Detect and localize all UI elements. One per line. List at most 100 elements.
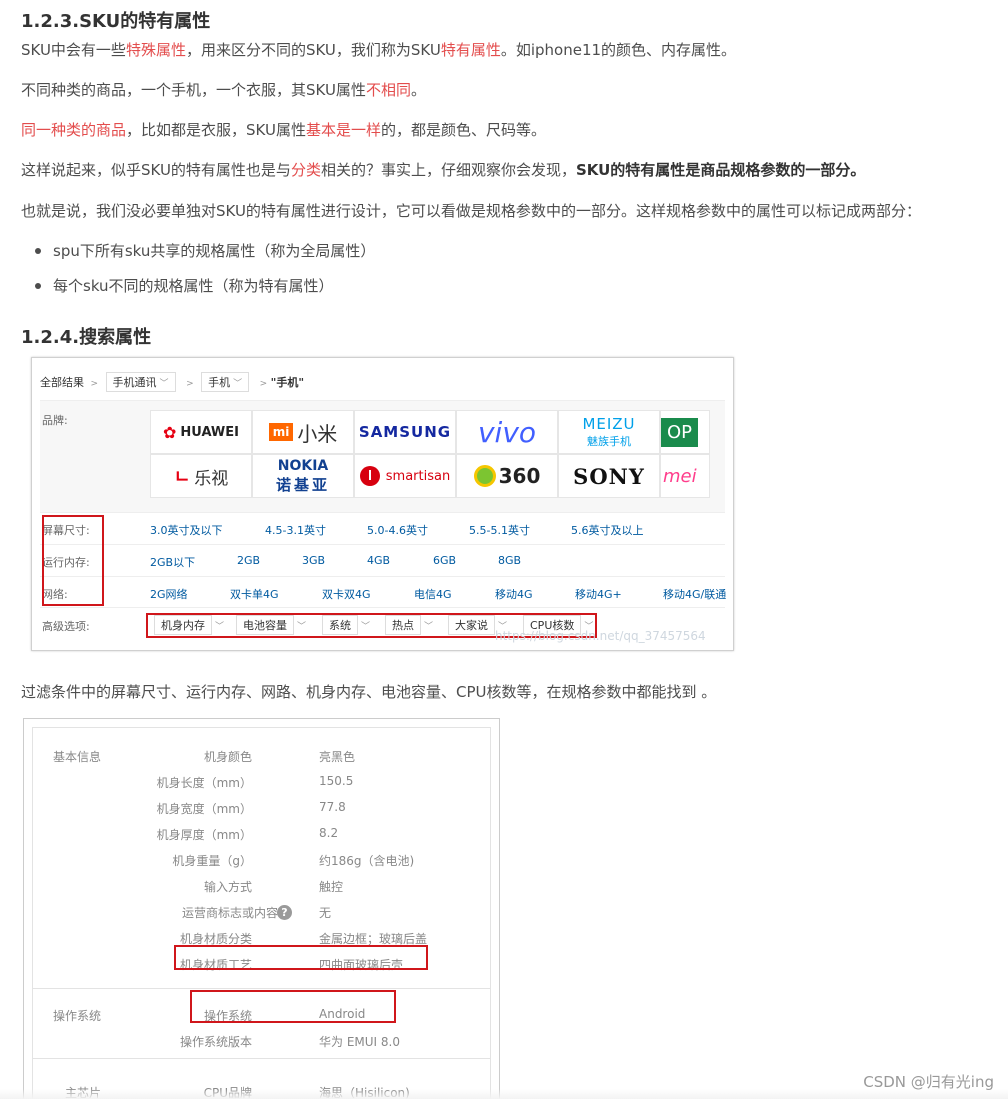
text: ，比如都是衣服，SKU属性 [126, 121, 306, 139]
brand-label: 品牌: [42, 414, 68, 427]
heading-search-attributes: 1.2.4.搜索属性 [21, 327, 152, 348]
brand-nokia[interactable]: NOKIA 诺基亚 [252, 454, 354, 498]
brand-text: SONY [573, 463, 645, 489]
highlight-text: 基本是一样 [305, 121, 381, 139]
search-filter-image: 全部结果 > 手机通讯 ﹀ > 手机 ﹀ > "手机" 品牌: ✿ HUAWEI mi… [31, 357, 734, 651]
filter-option[interactable]: 移动4G/联通 [663, 586, 726, 602]
highlight-text: 不相同 [365, 81, 411, 99]
highlight-box-left [42, 515, 104, 606]
spec-value: 8.2 [319, 826, 339, 840]
brand-samsung[interactable]: SAMSUNG [354, 410, 456, 454]
breadcrumb-root[interactable]: 全部结果 [40, 376, 84, 389]
text: ，用来区分不同的SKU，我们称为SKU [185, 41, 441, 59]
huawei-logo-icon: ✿ [163, 422, 177, 442]
spec-value: 150.5 [319, 774, 354, 788]
smartisan-logo-icon [359, 466, 380, 486]
brand-text: MEIZU [582, 415, 636, 433]
divider [33, 1058, 490, 1059]
breadcrumb-subcategory[interactable]: 手机 ﹀ [201, 372, 250, 392]
brand-letv[interactable]: ㄴ乐视 [150, 454, 252, 498]
filter-option[interactable]: 5.0-4.6英寸 [367, 522, 428, 538]
breadcrumb-category-label: 手机通讯 [112, 376, 157, 389]
text: 的，都是颜色、尺码等。 [380, 121, 546, 139]
breadcrumb-category[interactable]: 手机通讯 ﹀ [105, 372, 176, 392]
brand-subtext: 诺基亚 [275, 475, 330, 494]
spec-value: 无 [319, 906, 332, 920]
text: 。 [410, 81, 426, 99]
spec-section-os: 操作系统 [53, 1009, 102, 1023]
brand-text: HUAWEI [180, 424, 239, 440]
chevron-right-icon: > [259, 379, 268, 389]
text: 不同种类的商品，一个手机，一个衣服，其SKU属性 [21, 81, 366, 99]
brand-oppo[interactable]: OP [660, 410, 710, 454]
help-icon[interactable]: ? [277, 905, 292, 920]
bottom-fade [0, 1089, 1008, 1099]
spec-key: 操作系统版本 [179, 1035, 252, 1049]
list-item: spu下所有sku共享的规格属性（称为全局属性） [34, 240, 376, 261]
watermark-text: https://blog.csdn.net/qq_37457564 [495, 629, 706, 643]
brand-text: smartisan [385, 468, 451, 484]
breadcrumb-subcategory-label: 手机 [208, 376, 231, 389]
heading-sku-specific-attributes: 1.2.3.SKU的特有属性 [21, 11, 211, 32]
divider [40, 607, 725, 608]
brand-meitu[interactable]: mei [660, 454, 710, 498]
spec-value: 华为 EMUI 8.0 [319, 1035, 400, 1049]
filter-option[interactable]: 6GB [433, 554, 456, 567]
filter-option[interactable]: 2GB [237, 554, 260, 567]
filter-option[interactable]: 移动4G+ [575, 586, 622, 602]
360-logo-icon [473, 465, 496, 487]
spec-key: 机身颜色 [203, 750, 252, 764]
chevron-right-icon: > [90, 379, 99, 389]
brand-text: 360 [498, 464, 541, 488]
brand-smartisan[interactable]: smartisan [354, 454, 456, 498]
brand-sony[interactable]: SONY [558, 454, 660, 498]
spec-value: 触控 [319, 880, 344, 894]
paragraph-same-kind: 同一种类的商品，比如都是衣服，SKU属性基本是一样的，都是颜色、尺码等。 [21, 119, 546, 140]
filter-option[interactable]: 4GB [367, 554, 390, 567]
spec-section-basic: 基本信息 [53, 750, 102, 764]
brand-vivo[interactable]: vivo [456, 410, 558, 454]
highlight-text: 特殊属性 [125, 41, 186, 59]
text: 这样说起来，似乎SKU的特有属性也是与 [21, 161, 291, 179]
filter-option[interactable]: 8GB [498, 554, 521, 567]
spec-value: 亮黑色 [319, 750, 356, 764]
brand-text: 乐视 [194, 468, 229, 489]
spec-key: 机身重量（g） [172, 854, 252, 868]
list-item: 每个sku不同的规格属性（称为特有属性） [35, 275, 334, 296]
text: SKU中会有一些 [21, 41, 126, 59]
list-item-text: spu下所有sku共享的规格属性（称为全局属性） [53, 242, 376, 260]
paragraph-sku-intro: SKU中会有一些特殊属性，用来区分不同的SKU，我们称为SKU特有属性。如iph… [21, 39, 736, 60]
spec-key: 机身宽度（mm） [156, 802, 252, 816]
highlight-box-material [174, 945, 428, 970]
brand-xiaomi[interactable]: mi 小米 [252, 410, 354, 454]
divider [33, 988, 490, 989]
filter-option[interactable]: 4.5-3.1英寸 [265, 522, 326, 538]
filter-option[interactable]: 双卡双4G [322, 586, 371, 602]
divider [40, 512, 725, 513]
list-item-text: 每个sku不同的规格属性（称为特有属性） [53, 277, 334, 295]
filter-option[interactable]: 双卡单4G [230, 586, 279, 602]
divider [40, 544, 725, 545]
brand-360[interactable]: 360 [456, 454, 558, 498]
divider [40, 576, 725, 577]
text: 。如iphone11的颜色、内存属性。 [500, 41, 737, 59]
spec-key: 机身长度（mm） [156, 776, 252, 790]
filter-option[interactable]: 移动4G [495, 586, 533, 602]
filter-option[interactable]: 2GB以下 [150, 554, 195, 570]
spec-table-image: 基本信息 机身颜色 亮黑色 机身长度（mm） 150.5 机身宽度（mm） 77… [23, 718, 500, 1099]
filter-option[interactable]: 2G网络 [150, 586, 188, 602]
filter-option[interactable]: 5.6英寸及以上 [571, 522, 644, 538]
filter-option[interactable]: 电信4G [414, 586, 452, 602]
brand-meizu[interactable]: MEIZU 魅族手机 [558, 410, 660, 454]
caption-filter-mapping: 过滤条件中的屏幕尺寸、运行内存、网路、机身内存、电池容量、CPU核数等，在规格参… [21, 683, 717, 701]
spec-key: 输入方式 [203, 880, 252, 894]
brand-text: NOKIA [277, 457, 329, 474]
filter-option[interactable]: 3.0英寸及以下 [150, 522, 223, 538]
filter-option[interactable]: 5.5-5.1英寸 [469, 522, 530, 538]
brand-subtext: 魅族手机 [587, 435, 631, 448]
highlight-box-os [190, 990, 396, 1023]
spec-key: 运营商标志或内容 [181, 906, 278, 920]
filter-option[interactable]: 3GB [302, 554, 325, 567]
text: 相关的？事实上，仔细观察你会发现， [320, 161, 576, 179]
brand-huawei[interactable]: ✿ HUAWEI [150, 410, 252, 454]
